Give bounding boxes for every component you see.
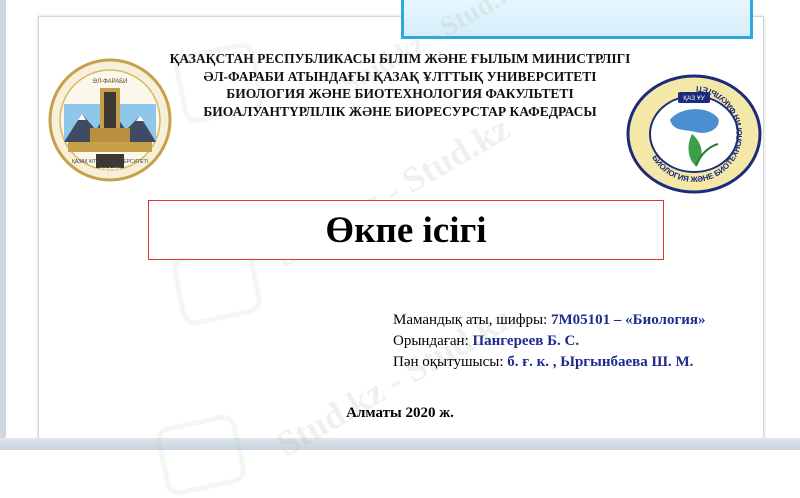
title-box: Өкпе ісігі	[148, 200, 664, 260]
header-line-university: ӘЛ-ФАРАБИ АТЫНДАҒЫ ҚАЗАҚ ҰЛТТЫҚ УНИВЕРСИ…	[203, 68, 597, 84]
slide-bottom-band	[0, 438, 800, 450]
city-year-footer: Алматы 2020 ж.	[346, 405, 454, 421]
author-info: Мамандық аты, шифры: 7М05101 – «Биология…	[393, 310, 706, 373]
performer-value: Пангереев Б. С.	[472, 333, 580, 349]
teacher-row: Пән оқытушысы: б. ғ. к. , Ыргынбаева Ш. …	[393, 352, 706, 373]
header-line-ministry: ҚАЗАҚСТАН РЕСПУБЛИКАСЫ БІЛІМ ЖӘНЕ ҒЫЛЫМ …	[169, 51, 631, 66]
kaznu-logo-top-text: ӘЛ-ФАРАБИ	[93, 79, 128, 85]
header-line-faculty: БИОЛОГИЯ ЖӘНЕ БИОТЕХНОЛОГИЯ ФАКУЛЬТЕТІ	[226, 86, 574, 101]
specialty-row: Мамандық аты, шифры: 7М05101 – «Биология…	[393, 310, 706, 331]
teacher-label: Пән оқытушысы:	[393, 354, 508, 370]
specialty-label: Мамандық аты, шифры:	[393, 312, 552, 328]
biology-logo-badge: ҚАЗ ҰУ	[683, 95, 705, 102]
slide-left-bar	[0, 0, 6, 450]
decorative-top-tab	[401, 0, 753, 39]
specialty-value: 7М05101 – «Биология»	[551, 312, 706, 328]
slide: Stud.kz - Stud.kz Stud.kz - Stud.kz Stud…	[0, 0, 800, 498]
performer-row: Орындаған: Пангереев Б. С.	[393, 331, 706, 352]
institution-header: ҚАЗАҚСТАН РЕСПУБЛИКАСЫ БІЛІМ ЖӘНЕ ҒЫЛЫМ …	[150, 50, 650, 120]
slide-title: Өкпе ісігі	[325, 209, 487, 251]
kaznu-logo-bottom-text: ҚАЗАҚ ҰЛТТЫҚ УНИВЕРСИТЕТІ	[72, 159, 148, 165]
kaznu-logo-badge: ҚАЗ ҰУ	[100, 168, 121, 174]
teacher-value: б. ғ. к. , Ыргынбаева Ш. М.	[507, 354, 694, 370]
performer-label: Орындаған:	[393, 333, 473, 349]
header-line-department: БИОАЛУАНТҮРЛІЛІК ЖӘНЕ БИОРЕСУРСТАР КАФЕД…	[203, 103, 597, 119]
